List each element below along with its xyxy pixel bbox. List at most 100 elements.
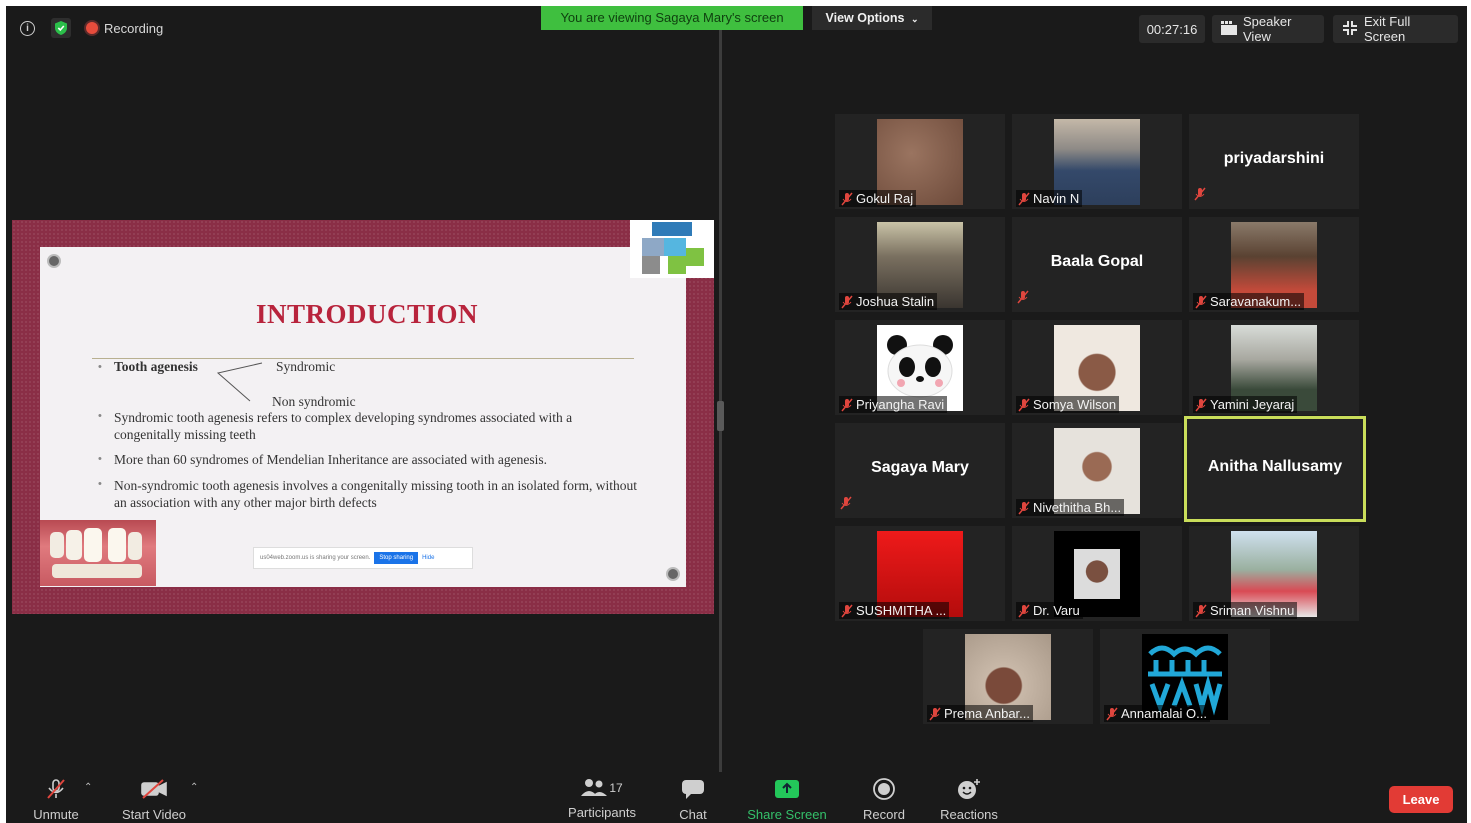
exit-full-screen-icon [1342, 20, 1358, 39]
participant-tile[interactable]: Baala Gopal [1012, 217, 1182, 312]
view-options-label: View Options [825, 11, 905, 25]
participant-name: Nivethitha Bh... [1033, 500, 1122, 515]
participant-count: 17 [609, 781, 623, 795]
participant-name: Somya Wilson [1033, 397, 1117, 412]
tooth-agenesis-label: Tooth agenesis [114, 359, 198, 374]
participant-name-tag: Navin N [1016, 190, 1083, 207]
bullet-icon: • [98, 453, 102, 465]
participant-tile[interactable]: Sagaya Mary [835, 423, 1005, 518]
recording-label: Recording [104, 20, 164, 36]
share-screen-label: Share Screen [747, 807, 827, 822]
participant-name: Baala Gopal [1050, 253, 1144, 270]
reactions-icon [958, 779, 980, 799]
participant-name-tag: Somya Wilson [1016, 396, 1120, 413]
muted-mic-icon [1018, 192, 1030, 205]
muted-mic-icon [1195, 398, 1207, 411]
record-label: Record [863, 807, 905, 822]
info-icon[interactable]: i [20, 21, 35, 36]
participant-name: Gokul Raj [856, 191, 914, 206]
participant-tile[interactable]: Joshua Stalin [835, 217, 1005, 312]
share-screen-icon [775, 780, 799, 798]
participant-name: Dr. Varu [1033, 603, 1080, 618]
timer-text: 00:27:16 [1146, 21, 1198, 37]
chevron-up-icon[interactable]: ⌃ [190, 782, 198, 793]
bullet-non-syndromic: Non-syndromic tooth agenesis involves a … [114, 478, 638, 510]
participant-tile[interactable]: Yamini Jeyaraj [1189, 320, 1359, 415]
zoom-window: i Recording You are viewing Sagaya Mary'… [6, 6, 1467, 823]
exit-full-screen-button[interactable]: Exit Full Screen [1333, 14, 1458, 44]
video-off-icon [141, 779, 167, 799]
viewing-banner-text: You are viewing Sagaya Mary's screen [560, 10, 784, 25]
muted-mic-icon [1018, 398, 1030, 411]
leave-button[interactable]: Leave [1389, 786, 1453, 813]
reactions-button[interactable]: Reactions [936, 778, 1002, 822]
chevron-down-icon: ⌄ [910, 14, 919, 24]
hide-button[interactable]: Hide [422, 555, 434, 561]
participant-name-tag: SUSHMITHA ... [839, 602, 950, 619]
participant-name: Joshua Stalin [856, 294, 935, 309]
muted-mic-icon [929, 707, 941, 720]
participant-name: Anitha Nallusamy [1207, 458, 1343, 475]
participant-tile-active[interactable]: Anitha Nallusamy [1184, 416, 1366, 522]
muted-mic-icon [1018, 604, 1030, 617]
non-syndromic-label: Non syndromic [272, 394, 356, 409]
participant-tile[interactable]: Priyangha Ravi [835, 320, 1005, 415]
shield-icon[interactable] [51, 18, 71, 38]
recording-dot-icon [86, 22, 98, 34]
view-options-button[interactable]: View Options ⌄ [812, 6, 932, 30]
participant-name: Priyangha Ravi [856, 397, 945, 412]
participant-name: Annamalai O... [1121, 706, 1207, 721]
participant-tile[interactable]: Annamalai O... [1100, 629, 1270, 724]
muted-mic-icon [841, 604, 853, 617]
sharing-notice-text: us04web.zoom.us is sharing your screen. [260, 555, 371, 561]
record-button[interactable]: Record [856, 778, 912, 822]
bullet-icon: • [98, 410, 102, 422]
participant-tile[interactable]: priyadarshini [1189, 114, 1359, 209]
bullet-icon: • [98, 478, 102, 490]
participant-tile[interactable]: Gokul Raj [835, 114, 1005, 209]
participant-name: Prema Anbar... [944, 706, 1030, 721]
participant-tile[interactable]: Somya Wilson [1012, 320, 1182, 415]
participant-tile[interactable]: Dr. Varu [1012, 526, 1182, 621]
exit-full-screen-label: Exit Full Screen [1364, 14, 1411, 44]
participant-name-tag: Sriman Vishnu [1193, 602, 1298, 619]
presentation-slide: INTRODUCTION • Tooth agenesis Syndromic … [40, 247, 686, 587]
speaker-view-button[interactable]: Speaker View [1212, 14, 1324, 44]
participant-tile[interactable]: Prema Anbar... [923, 629, 1093, 724]
slide-dot-icon [666, 567, 680, 581]
bullet-syndromic: Syndromic tooth agenesis refers to compl… [114, 410, 573, 442]
recording-indicator[interactable]: Recording [86, 19, 163, 37]
stop-sharing-button[interactable]: Stop sharing [374, 552, 419, 564]
participant-name-tag: Gokul Raj [839, 190, 917, 207]
unmute-label: Unmute [33, 807, 79, 822]
chat-icon [682, 780, 704, 799]
participant-tile[interactable]: SUSHMITHA ... [835, 526, 1005, 621]
speaker-view-icon [1221, 20, 1237, 38]
participant-name-tag: Saravanakum... [1193, 293, 1305, 310]
participant-tile[interactable]: Sriman Vishnu [1189, 526, 1359, 621]
speaker-view-label: Speaker View [1243, 14, 1292, 44]
leave-label: Leave [1402, 792, 1440, 807]
participant-tile[interactable]: Navin N [1012, 114, 1182, 209]
start-video-button[interactable]: Start Video [116, 778, 192, 822]
muted-mic-icon [47, 779, 65, 799]
start-video-label: Start Video [121, 807, 187, 822]
participant-tile[interactable]: Nivethitha Bh... [1012, 423, 1182, 518]
muted-mic-icon [1194, 187, 1206, 201]
participant-tile[interactable]: Saravanakum... [1189, 217, 1359, 312]
reactions-label: Reactions [940, 807, 998, 822]
participants-button[interactable]: 17 Participants [564, 778, 640, 820]
resize-handle[interactable] [717, 401, 724, 431]
muted-mic-icon [841, 192, 853, 205]
logo-icon [630, 220, 714, 278]
muted-mic-icon [841, 295, 853, 308]
share-screen-button[interactable]: Share Screen [744, 778, 830, 822]
slide-title: INTRODUCTION [256, 299, 479, 329]
unmute-button[interactable]: Unmute [28, 778, 84, 822]
slide-dot-icon [47, 254, 61, 268]
viewing-banner: You are viewing Sagaya Mary's screen [541, 6, 803, 30]
participant-name-tag: Yamini Jeyaraj [1193, 396, 1298, 413]
chat-button[interactable]: Chat [668, 778, 718, 822]
chevron-up-icon[interactable]: ⌃ [84, 782, 92, 793]
branch-arrows [216, 362, 263, 402]
